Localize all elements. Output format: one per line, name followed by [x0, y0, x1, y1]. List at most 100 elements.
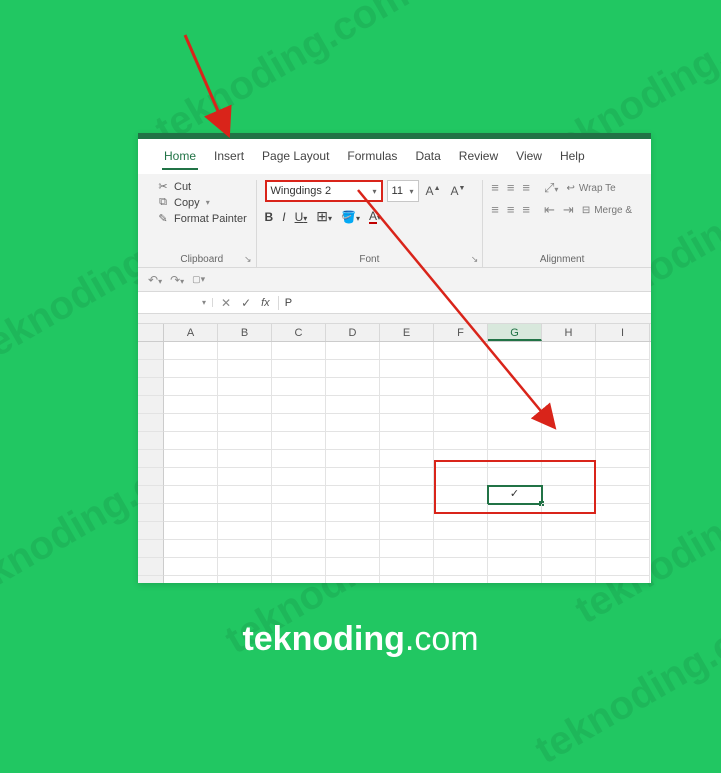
cell[interactable]	[434, 486, 488, 504]
undo-button[interactable]: ↶▾	[148, 273, 162, 287]
align-left-button[interactable]: ≡	[491, 202, 499, 218]
cell[interactable]	[542, 504, 596, 522]
merge-button[interactable]: ⊟Merge &	[582, 202, 632, 218]
row-header[interactable]	[138, 486, 164, 504]
cell[interactable]	[164, 522, 218, 540]
cell[interactable]	[542, 540, 596, 558]
cell[interactable]	[272, 558, 326, 576]
cell[interactable]	[218, 378, 272, 396]
cell[interactable]	[434, 342, 488, 360]
cell[interactable]	[326, 342, 380, 360]
cell[interactable]	[218, 558, 272, 576]
tab-formulas[interactable]: Formulas	[345, 147, 399, 170]
cell[interactable]	[542, 468, 596, 486]
underline-button[interactable]: U▾	[295, 210, 308, 224]
cell[interactable]	[596, 522, 650, 540]
cell[interactable]	[326, 504, 380, 522]
cell[interactable]	[596, 468, 650, 486]
align-bottom-button[interactable]: ≡	[522, 180, 530, 196]
cell[interactable]	[218, 360, 272, 378]
cell[interactable]	[488, 414, 542, 432]
cell[interactable]	[434, 576, 488, 583]
cell[interactable]	[542, 558, 596, 576]
increase-font-button[interactable]: A▲	[423, 184, 444, 198]
align-right-button[interactable]: ≡	[522, 202, 530, 218]
cell[interactable]	[164, 504, 218, 522]
worksheet-grid[interactable]: A B C D E F G H I ✓	[138, 324, 651, 583]
cell[interactable]	[380, 414, 434, 432]
cell[interactable]	[326, 468, 380, 486]
cell[interactable]	[542, 342, 596, 360]
tab-insert[interactable]: Insert	[212, 147, 246, 170]
cell[interactable]	[542, 432, 596, 450]
cell[interactable]	[380, 450, 434, 468]
col-header-g[interactable]: G	[488, 324, 542, 341]
row-header[interactable]	[138, 504, 164, 522]
font-name-dropdown[interactable]: Wingdings 2 ▾	[265, 180, 383, 202]
col-header-a[interactable]: A	[164, 324, 218, 341]
cell[interactable]	[272, 396, 326, 414]
row-header[interactable]	[138, 378, 164, 396]
cell[interactable]	[272, 540, 326, 558]
cell[interactable]	[596, 432, 650, 450]
cell[interactable]	[434, 396, 488, 414]
cell[interactable]	[218, 414, 272, 432]
cell[interactable]	[164, 342, 218, 360]
cell[interactable]	[272, 378, 326, 396]
col-header-h[interactable]: H	[542, 324, 596, 341]
cell[interactable]	[218, 450, 272, 468]
cell[interactable]	[434, 558, 488, 576]
cell[interactable]	[596, 378, 650, 396]
selected-cell[interactable]: ✓	[488, 486, 542, 504]
cell[interactable]	[596, 576, 650, 583]
col-header-e[interactable]: E	[380, 324, 434, 341]
cell[interactable]	[380, 576, 434, 583]
cell[interactable]	[218, 486, 272, 504]
cell[interactable]	[272, 576, 326, 583]
cell[interactable]	[164, 432, 218, 450]
cut-button[interactable]: ✂Cut	[156, 180, 248, 193]
select-all-corner[interactable]	[138, 324, 164, 341]
cell[interactable]	[488, 468, 542, 486]
cell[interactable]	[326, 396, 380, 414]
cell[interactable]	[380, 432, 434, 450]
orientation-button[interactable]: ⤢▾	[544, 180, 558, 196]
row-header[interactable]	[138, 558, 164, 576]
name-box[interactable]: ▾	[138, 298, 213, 307]
cell[interactable]	[218, 522, 272, 540]
cell[interactable]	[326, 360, 380, 378]
cell[interactable]	[488, 342, 542, 360]
row-header[interactable]	[138, 450, 164, 468]
format-painter-button[interactable]: ✎Format Painter	[156, 212, 248, 225]
col-header-f[interactable]: F	[434, 324, 488, 341]
cell[interactable]	[326, 540, 380, 558]
tab-home[interactable]: Home	[162, 147, 198, 170]
cell[interactable]	[380, 504, 434, 522]
font-color-button[interactable]: A▾	[369, 209, 381, 224]
col-header-d[interactable]: D	[326, 324, 380, 341]
cell[interactable]	[164, 396, 218, 414]
cell[interactable]	[380, 522, 434, 540]
cell[interactable]	[488, 432, 542, 450]
cell[interactable]	[164, 486, 218, 504]
cell[interactable]	[164, 360, 218, 378]
cell[interactable]	[380, 558, 434, 576]
redo-button[interactable]: ↷▾	[170, 273, 184, 287]
row-header[interactable]	[138, 576, 164, 583]
row-header[interactable]	[138, 432, 164, 450]
cancel-formula-button[interactable]: ✕	[221, 296, 231, 310]
cell[interactable]	[326, 450, 380, 468]
qat-customize[interactable]: ▢▾	[192, 274, 205, 285]
cell[interactable]	[488, 396, 542, 414]
cell[interactable]	[488, 522, 542, 540]
cell[interactable]	[434, 540, 488, 558]
formula-bar[interactable]: P	[279, 297, 298, 309]
italic-button[interactable]: I	[282, 210, 285, 224]
dialog-launcher-icon[interactable]: ↘	[471, 254, 479, 265]
cell[interactable]	[434, 414, 488, 432]
cell[interactable]	[164, 540, 218, 558]
tab-review[interactable]: Review	[457, 147, 500, 170]
fx-icon[interactable]: fx	[261, 297, 270, 309]
copy-button[interactable]: ⧉Copy▾	[156, 196, 248, 209]
cell[interactable]	[272, 432, 326, 450]
